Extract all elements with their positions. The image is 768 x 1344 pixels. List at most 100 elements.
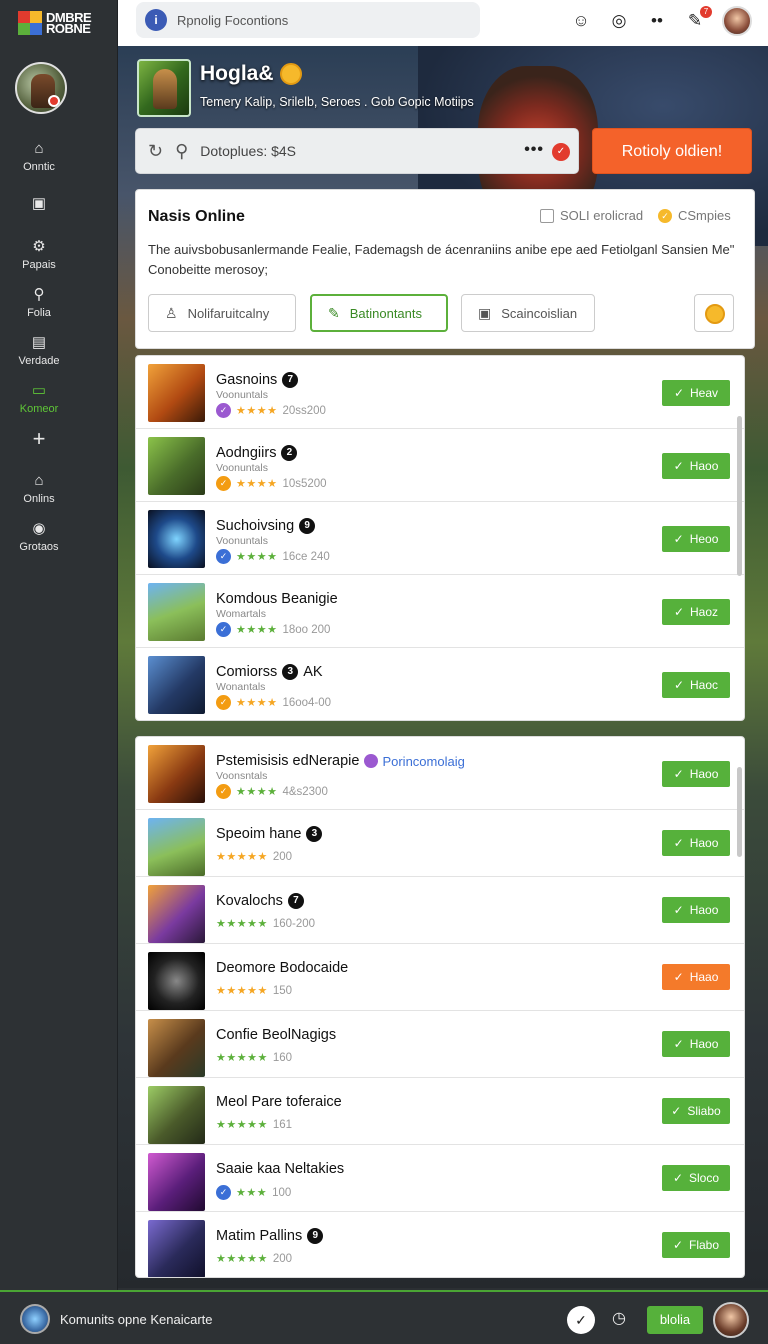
action-button-label: Haoo (689, 836, 719, 850)
app-logo[interactable]: DMBRE ROBNE (18, 8, 106, 38)
sidebar-item-onntic[interactable]: ⌂ Onntic (0, 140, 78, 173)
action-button[interactable]: ✓ Haoc (662, 672, 730, 698)
emoji-button[interactable] (694, 294, 734, 332)
sidebar-item-onlins[interactable]: ⌂ Onlins (0, 472, 78, 505)
notification-icon[interactable]: ✎ 7 (684, 6, 712, 32)
action-button[interactable]: ✓ Haoo (662, 453, 730, 479)
list-item[interactable]: Komdous Beanigie Womartals ✓ ★★★★ 18oo 200… (136, 575, 744, 648)
list-item[interactable]: Matim Pallins 9 ★★★★★ 200 ✓ Flabo (136, 1212, 744, 1277)
bottom-action-button[interactable]: blolia (647, 1306, 703, 1334)
game-subtitle: Wonantals (216, 681, 266, 693)
action-button[interactable]: ✓ Haoz (662, 599, 730, 625)
list-item[interactable]: Pstemisisis edNerapie Porincomolaig Voons… (136, 737, 744, 810)
game-meta: 10s5200 (282, 477, 327, 490)
game-name: Speoim hane (216, 826, 302, 842)
profile-avatar[interactable] (15, 62, 67, 114)
action-button[interactable]: ✓ Heoo (662, 526, 730, 552)
action-button[interactable]: ✓ Sloco (662, 1165, 730, 1191)
action-button[interactable]: ✓ Haoo (662, 1031, 730, 1057)
badge-icon: ✓ (216, 403, 231, 418)
home-icon: ⌂ (34, 140, 44, 157)
action-button[interactable]: ✓ Heav (662, 380, 730, 406)
scrollbar[interactable] (737, 767, 742, 857)
monitor-icon: ▤ (31, 334, 47, 351)
card-title: Nasis Online (148, 208, 245, 225)
chat-icon[interactable]: ☺ (570, 10, 592, 32)
game-subtitle: Voonuntals (216, 535, 268, 547)
action-button[interactable]: ✓ Haao (662, 964, 730, 990)
scrollbar[interactable] (737, 416, 742, 576)
action-button-label: Heoo (689, 532, 719, 546)
action-button[interactable]: ✓ Haoo (662, 761, 730, 787)
rating-stars: ★★★★ (236, 624, 278, 636)
list-item[interactable]: Meol Pare toferaice ★★★★★ 161 ✓ Sliabo (136, 1078, 744, 1145)
game-list-primary: Gasnoins 7 Voonuntals ✓ ★★★★ 20ss200 ✓ Heav … (135, 355, 745, 721)
game-thumbnail[interactable] (137, 59, 191, 117)
filter-button-1[interactable]: ♙ Nolifaruitcalny (148, 294, 296, 332)
sidebar-item-grotaos[interactable]: ◉ Grotaos (0, 520, 78, 553)
sidebar-item-verdade[interactable]: ▤ Verdade (0, 334, 78, 367)
game-meta: 161 (272, 1118, 292, 1131)
top-bar: i Rpnolig Focontions ☺ ◎ •• ✎ 7 (118, 0, 768, 46)
game-meta: 160-200 (272, 917, 316, 930)
list-item[interactable]: Suchoivsing 9 Voonuntals ✓ ★★★★ 16ce 240 ✓ H… (136, 502, 744, 575)
rating-stars: ★★★★★ (216, 1052, 268, 1064)
action-button[interactable]: ✓ Sliabo (662, 1098, 730, 1124)
sidebar-item-label: Papais (22, 259, 56, 271)
list-item[interactable]: Gasnoins 7 Voonuntals ✓ ★★★★ 20ss200 ✓ Heav (136, 356, 744, 429)
settings-icon[interactable]: ◎ (608, 10, 630, 32)
list-item[interactable]: Comiorss 3 AK Wonantals ✓ ★★★★ 16oo4-00 ✓ Hao… (136, 648, 744, 720)
leaf-icon: ✎ (328, 304, 340, 321)
game-subtitle: Womartals (216, 608, 266, 620)
list-item[interactable]: Speoim hane 3 ★★★★★ 200 ✓ Haoo (136, 810, 744, 877)
list-item[interactable]: Aodngiirs 2 Voonuntals ✓ ★★★★ 10s5200 ✓ Haoo (136, 429, 744, 502)
filter-button-2[interactable]: ✎ Batinontants (310, 294, 448, 332)
play-now-button[interactable]: Rotioly oldien! (592, 128, 752, 174)
check-icon: ✓ (673, 532, 684, 546)
rating-stars: ★★★★★ (216, 985, 268, 997)
check-icon[interactable]: ✓ (567, 1306, 595, 1334)
action-button-label: Flabo (689, 1238, 720, 1252)
game-thumbnail (148, 818, 205, 876)
community-icon[interactable] (20, 1304, 50, 1334)
circle-icon: ◉ (32, 520, 46, 537)
game-name: Kovalochs (216, 893, 283, 909)
category-tag[interactable]: Porincomolaig (364, 754, 465, 769)
list-item[interactable]: Deomore Bodocaide ★★★★★ 150 ✓ Haao (136, 944, 744, 1011)
check-icon: ✓ (673, 459, 684, 473)
rating-stars: ★★★★ (236, 478, 278, 490)
filter-button-3[interactable]: ▣ Scaincoislian (461, 294, 595, 332)
action-button-label: Haoo (689, 459, 719, 473)
friend-avatar[interactable] (713, 1302, 749, 1338)
square-icon: ▣ (478, 304, 492, 321)
game-thumbnail (148, 1153, 205, 1211)
more-icon[interactable]: •• (646, 10, 668, 32)
rank-badge: 2 (281, 445, 298, 461)
game-thumbnail (148, 1019, 205, 1077)
user-avatar[interactable] (722, 6, 752, 36)
game-search-input[interactable]: ↻ ⚲ Dotoplues: $4S ••• ✓ (135, 128, 579, 174)
sidebar-item-komeor[interactable]: ▭ Komeor (0, 382, 78, 415)
samples-toggle[interactable]: ✓ CSmpies (658, 208, 731, 223)
sidebar-item-papais[interactable]: ⚙ Papais (0, 238, 78, 271)
game-name: Aodngiirs (216, 445, 277, 461)
list-item[interactable]: Confie BeolNagigs ★★★★★ 160 ✓ Haoo (136, 1011, 744, 1078)
action-button[interactable]: ✓ Flabo (662, 1232, 730, 1258)
smiley-icon (705, 304, 725, 324)
more-options-icon[interactable]: ••• (524, 141, 544, 159)
option-checkbox[interactable]: SOLI erolicrad (540, 208, 643, 223)
timer-icon[interactable]: ◷ (612, 1308, 626, 1328)
smiley-icon (279, 63, 302, 85)
alert-icon[interactable]: ✓ (552, 143, 570, 161)
action-button[interactable]: ✓ Haoo (662, 897, 730, 923)
action-button[interactable]: ✓ Haoo (662, 830, 730, 856)
screen-icon: ▣ (31, 195, 47, 212)
global-search-input[interactable]: i Rpnolig Focontions (136, 2, 480, 38)
list-item[interactable]: Kovalochs 7 ★★★★★ 160-200 ✓ Haoo (136, 877, 744, 944)
sidebar-item-add[interactable]: + (0, 428, 78, 451)
list-item[interactable]: Saaie kaa Neltakies ✓ ★★★ 100 ✓ Sloco (136, 1145, 744, 1212)
sidebar-item-folia[interactable]: ⚲ Folia (0, 286, 78, 319)
search-icon: ⚲ (33, 286, 45, 303)
check-circle-icon: ✓ (658, 208, 672, 223)
sidebar-item-screen[interactable]: ▣ (0, 195, 78, 216)
